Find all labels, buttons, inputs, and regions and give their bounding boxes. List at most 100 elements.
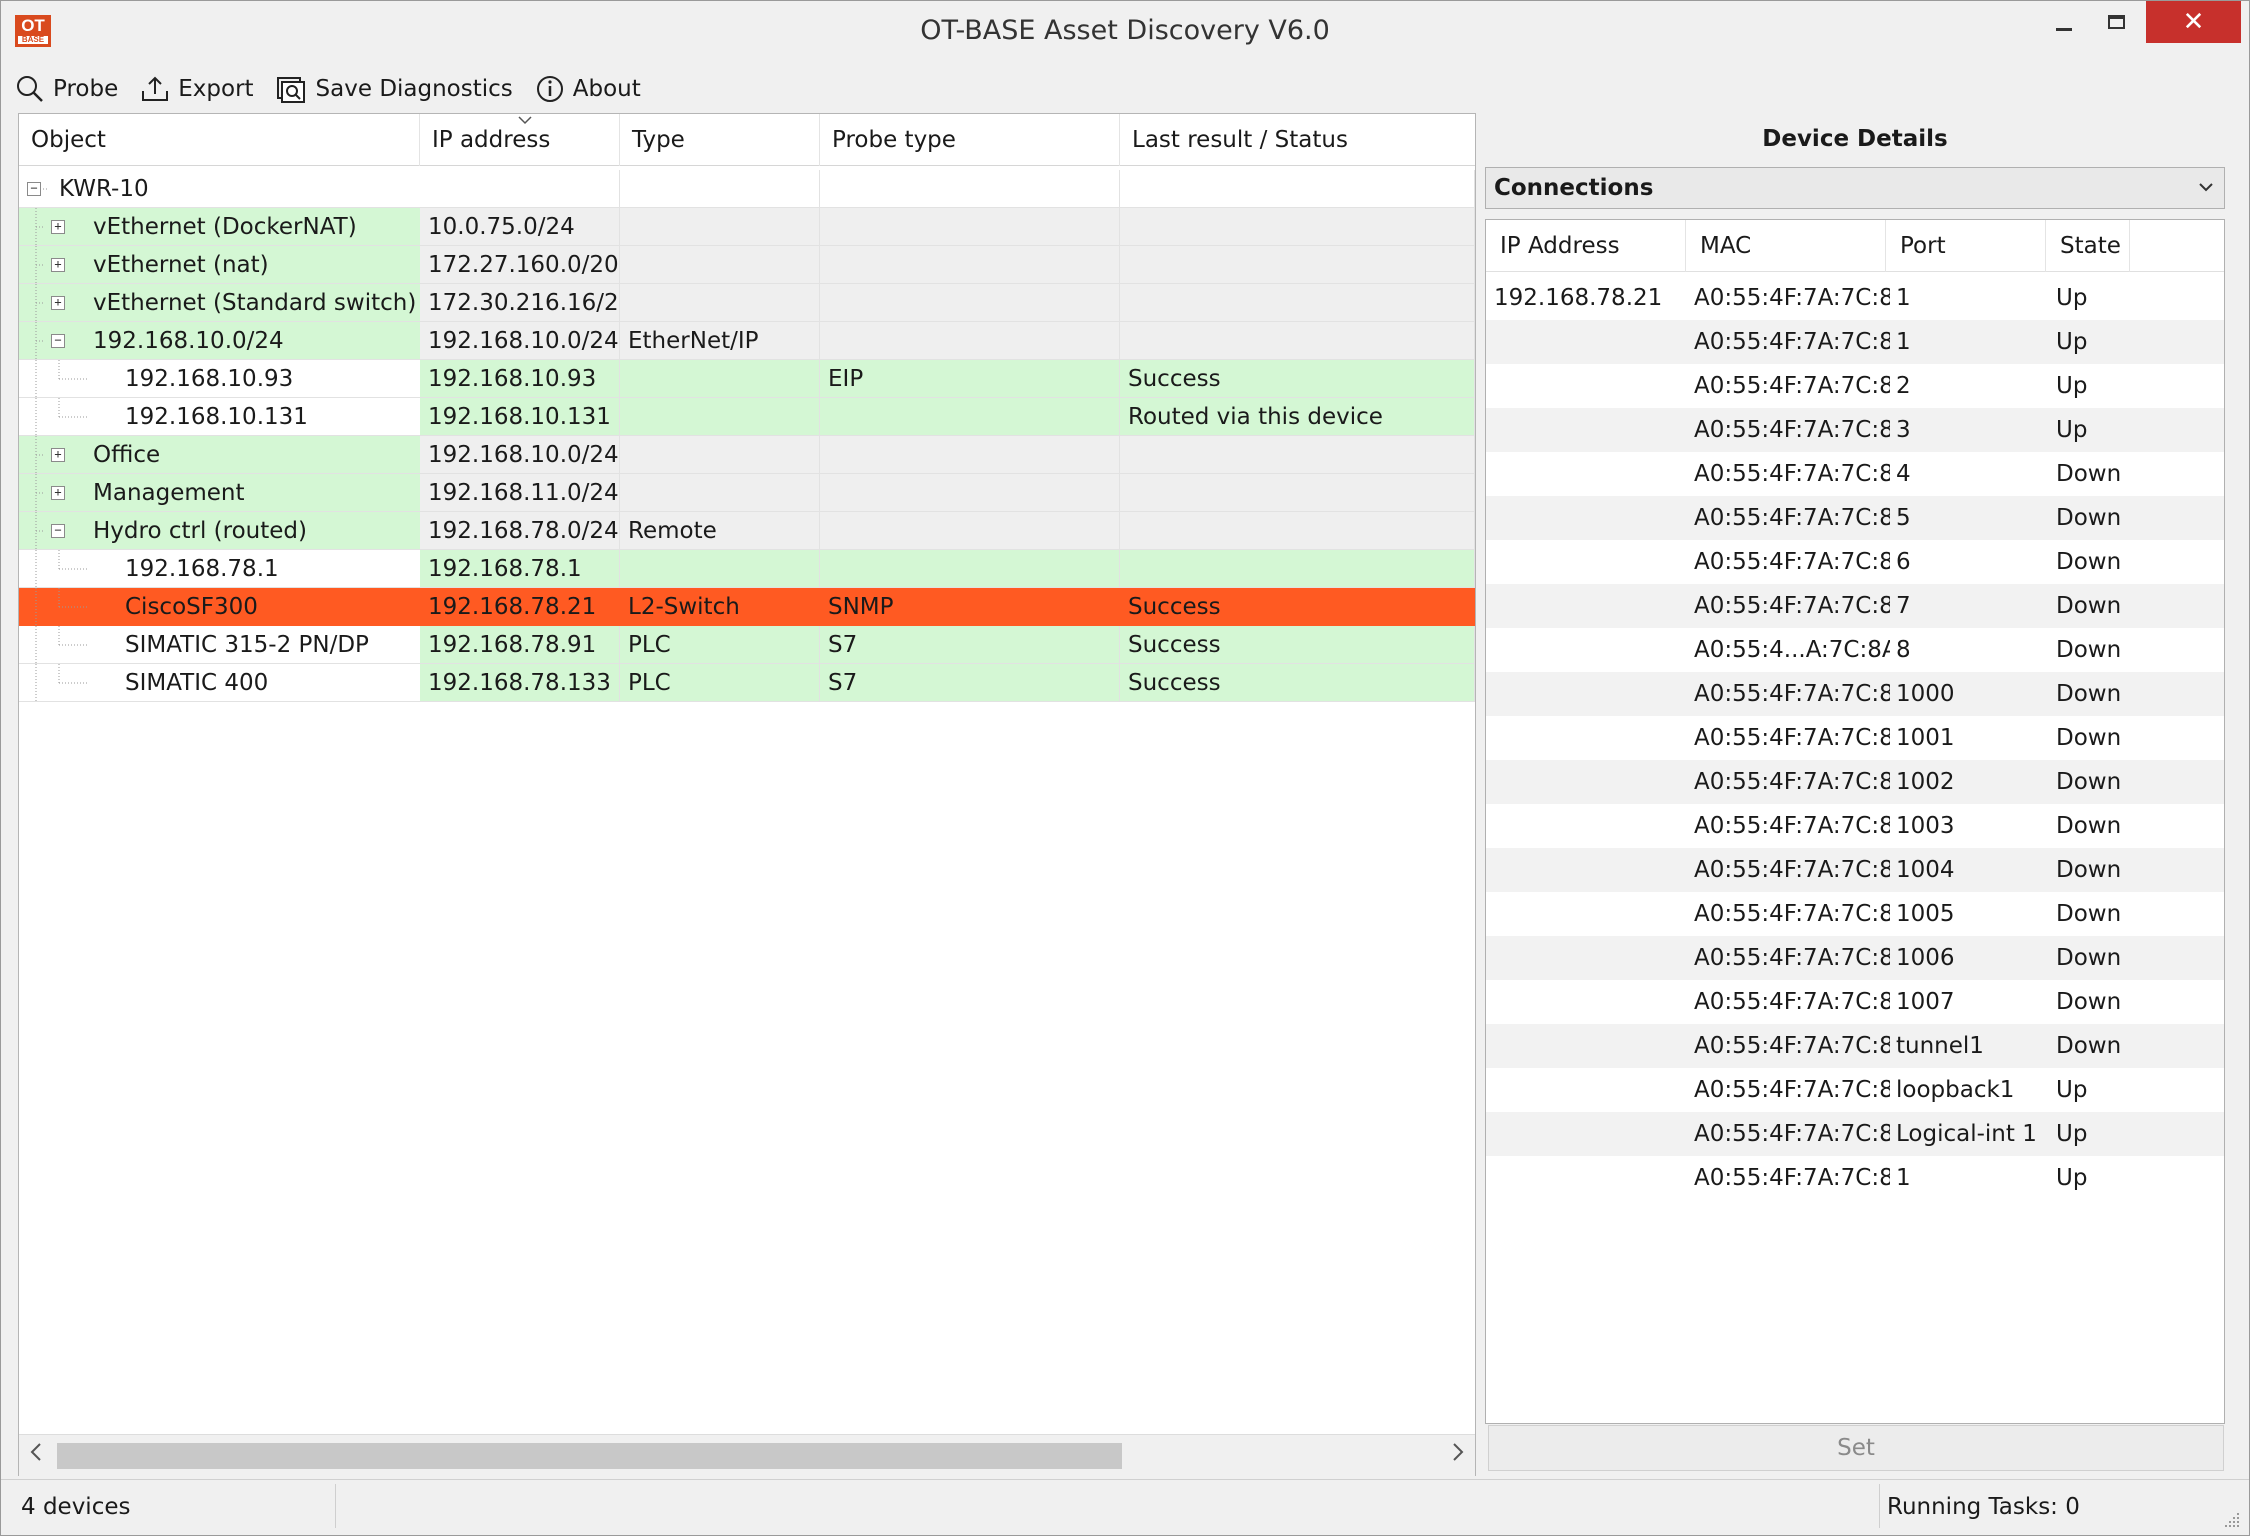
title-bar[interactable]: OT BASE OT-BASE Asset Discovery V6.0 ✕ xyxy=(1,1,2249,61)
type-cell: PLC xyxy=(620,626,820,664)
scrollbar-thumb[interactable] xyxy=(57,1443,1122,1469)
info-icon xyxy=(536,76,563,102)
connection-ip xyxy=(1494,980,1684,1024)
table-row[interactable]: + vEthernet (Standard switch) 172.30.216.1… xyxy=(19,284,1475,322)
ip-address-cell: 192.168.78.21 xyxy=(420,588,620,626)
tree-cell[interactable]: 192.168.10.93 xyxy=(19,360,420,398)
expand-icon[interactable]: + xyxy=(51,220,65,234)
collapse-icon[interactable]: − xyxy=(51,334,65,348)
column-header-probe-type[interactable]: Probe type xyxy=(820,114,1120,166)
column-header-last-result[interactable]: Last result / Status xyxy=(1120,114,1475,166)
connection-row[interactable]: A0:55:4...A:7C:8A 8 Down xyxy=(1486,628,2224,672)
table-row[interactable]: −192.168.10.0/24 192.168.10.0/24 EtherNet/… xyxy=(19,322,1475,360)
tree-connector-icon xyxy=(35,550,89,587)
connection-mac: A0:55:4F:7A:7C:86 xyxy=(1694,461,1890,487)
connection-row[interactable]: A0:55:4F:7A:7C:86 4 Down xyxy=(1486,452,2224,496)
tree-cell[interactable]: − KWR-10 xyxy=(19,170,420,208)
details-view-dropdown[interactable]: Connections xyxy=(1485,167,2225,209)
connection-state: Down xyxy=(2056,549,2122,575)
connection-mac: A0:55:4F:7A:7C:83 xyxy=(1694,285,1890,311)
table-row[interactable]: 192.168.10.131 192.168.10.131 Routed via t… xyxy=(19,398,1475,436)
table-row[interactable]: + vEthernet (nat) 172.27.160.0/20 xyxy=(19,246,1475,284)
connection-row[interactable]: A0:55:4F:7A:7C:87 5 Down xyxy=(1486,496,2224,540)
connection-row[interactable]: A0:55:4F:7A:7C:82 1004 Down xyxy=(1486,848,2224,892)
connection-row[interactable]: A0:55:4F:7A:7C:82 loopback1 Up xyxy=(1486,1068,2224,1112)
maximize-button[interactable] xyxy=(2085,1,2147,43)
tree-cell[interactable]: SIMATIC 315-2 PN/DP xyxy=(19,626,420,664)
expand-icon[interactable]: + xyxy=(51,448,65,462)
ip-address-cell: 192.168.78.1 xyxy=(420,550,620,588)
tree-cell[interactable]: SIMATIC 400 xyxy=(19,664,420,702)
expand-icon[interactable]: + xyxy=(51,486,65,500)
collapse-icon[interactable]: − xyxy=(51,524,65,538)
tree-cell[interactable]: 192.168.78.1 xyxy=(19,550,420,588)
column-header-type[interactable]: Type xyxy=(620,114,820,166)
probe-type-cell: SNMP xyxy=(820,588,1120,626)
table-row[interactable]: SIMATIC 400 192.168.78.133 PLC S7 Success xyxy=(19,664,1475,702)
expand-icon[interactable]: + xyxy=(51,258,65,272)
device-details-title: Device Details xyxy=(1762,126,1948,152)
connection-row[interactable]: A0:55:4F:7A:7C:88 6 Down xyxy=(1486,540,2224,584)
connection-row[interactable]: A0:55:4F:7A:7C:82 tunnel1 Down xyxy=(1486,1024,2224,1068)
column-header-object[interactable]: Object xyxy=(19,114,420,166)
tree-cell[interactable]: + vEthernet (Standard switch) xyxy=(19,284,420,322)
set-button[interactable]: Set xyxy=(1488,1425,2224,1471)
connection-row[interactable]: A0:55:4F:7A:7C:82 1 Up xyxy=(1486,1156,2224,1200)
tree-cell[interactable]: − 192.168.10.0/24 xyxy=(19,322,420,360)
horizontal-scrollbar[interactable] xyxy=(19,1434,1475,1476)
table-row[interactable]: + Office 192.168.10.0/24 xyxy=(19,436,1475,474)
save-diagnostics-button[interactable]: Save Diagnostics xyxy=(276,74,513,104)
connection-row[interactable]: A0:55:4F:7A:7C:82 1002 Down xyxy=(1486,760,2224,804)
tree-node-label: Office xyxy=(93,442,161,468)
table-row[interactable]: SIMATIC 315-2 PN/DP 192.168.78.91 PLC S7 Suc… xyxy=(19,626,1475,664)
connection-row[interactable]: A0:55:4F:7A:7C:89 7 Down xyxy=(1486,584,2224,628)
connection-row[interactable]: A0:55:4F:7A:7C:85 3 Up xyxy=(1486,408,2224,452)
scroll-right-icon[interactable] xyxy=(1451,1441,1465,1463)
column-header-ip[interactable]: IP Address xyxy=(1486,220,1686,272)
type-cell xyxy=(620,398,820,436)
connection-row[interactable]: A0:55:4F:7A:7C:82 1007 Down xyxy=(1486,980,2224,1024)
connection-row[interactable]: A0:55:4F:7A:7C:84 2 Up xyxy=(1486,364,2224,408)
collapse-icon[interactable]: − xyxy=(27,182,41,196)
connection-row[interactable]: 192.168.78.21 A0:55:4F:7A:7C:83 1 Up xyxy=(1486,276,2224,320)
tree-cell[interactable]: CiscoSF300 xyxy=(19,588,420,626)
tree-cell[interactable]: + Management xyxy=(19,474,420,512)
column-header-mac[interactable]: MAC xyxy=(1686,220,1886,272)
table-row[interactable]: − Hydro ctrl (routed) 192.168.78.0/24 Remot… xyxy=(19,512,1475,550)
scroll-left-icon[interactable] xyxy=(29,1441,43,1463)
probe-type-cell xyxy=(820,208,1120,246)
connection-row[interactable]: A0:55:4F:7A:7C:82 1000 Down xyxy=(1486,672,2224,716)
close-button[interactable]: ✕ xyxy=(2146,1,2241,43)
table-row[interactable]: − KWR-10 xyxy=(19,170,1475,208)
export-button[interactable]: Export xyxy=(140,74,254,104)
connection-row[interactable]: A0:55:4F:7A:7C:83 1 Up xyxy=(1486,320,2224,364)
tree-cell[interactable]: + vEthernet (nat) xyxy=(19,246,420,284)
tree-cell[interactable]: − Hydro ctrl (routed) xyxy=(19,512,420,550)
connection-row[interactable]: A0:55:4F:7A:7C:82 1001 Down xyxy=(1486,716,2224,760)
probe-type-cell xyxy=(820,436,1120,474)
column-header-state[interactable]: State xyxy=(2046,220,2130,272)
connection-row[interactable]: A0:55:4F:7A:7C:82 1006 Down xyxy=(1486,936,2224,980)
table-row[interactable]: 192.168.78.1 192.168.78.1 xyxy=(19,550,1475,588)
maximize-icon xyxy=(2107,15,2125,29)
connection-row[interactable]: A0:55:4F:7A:7C:82 1003 Down xyxy=(1486,804,2224,848)
asset-grid: Object IP address Type Probe type Last r… xyxy=(18,113,1476,1476)
table-row[interactable]: 192.168.10.93 192.168.10.93 EIP Success xyxy=(19,360,1475,398)
expand-icon[interactable]: + xyxy=(51,296,65,310)
tree-cell[interactable]: + vEthernet (DockerNAT) xyxy=(19,208,420,246)
connection-row[interactable]: A0:55:4F:7A:7C:82 1005 Down xyxy=(1486,892,2224,936)
probe-button[interactable]: Probe xyxy=(15,74,118,104)
connection-state: Up xyxy=(2056,1165,2088,1191)
column-header-port[interactable]: Port xyxy=(1886,220,2046,272)
table-row[interactable]: + Management 192.168.11.0/24 xyxy=(19,474,1475,512)
tree-cell[interactable]: + Office xyxy=(19,436,420,474)
tree-cell[interactable]: 192.168.10.131 xyxy=(19,398,420,436)
status-cell xyxy=(1120,512,1475,550)
connection-row[interactable]: A0:55:4F:7A:7C:82 Logical-int 1 Up xyxy=(1486,1112,2224,1156)
about-button[interactable]: About xyxy=(535,74,641,104)
connection-mac: A0:55:4F:7A:7C:82 xyxy=(1694,769,1890,795)
table-row[interactable]: CiscoSF300 192.168.78.21 L2-Switch SNMP Succ… xyxy=(19,588,1475,626)
table-row[interactable]: + vEthernet (DockerNAT) 10.0.75.0/24 xyxy=(19,208,1475,246)
grid-header: Object IP address Type Probe type Last r… xyxy=(19,114,1475,166)
resize-grip-icon[interactable] xyxy=(2223,1511,2241,1529)
